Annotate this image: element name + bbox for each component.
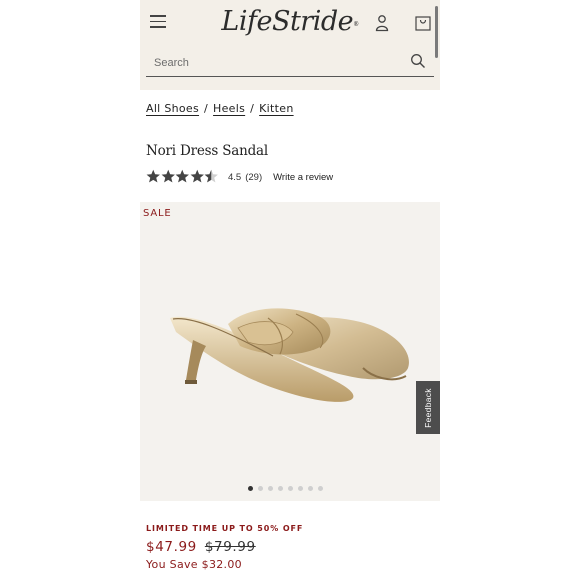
star-full-icon bbox=[161, 169, 175, 183]
sale-badge: SALE bbox=[143, 208, 172, 219]
logo-text: LifeStride bbox=[221, 6, 354, 37]
product-gallery[interactable]: SALE Feedback bbox=[140, 202, 440, 501]
search-icon[interactable] bbox=[410, 53, 426, 69]
breadcrumb-separator: / bbox=[204, 102, 209, 115]
star-rating[interactable] bbox=[146, 169, 220, 185]
carousel-dots bbox=[248, 486, 323, 491]
write-review-link[interactable]: Write a review bbox=[273, 172, 333, 183]
price-row: $47.99 $79.99 bbox=[146, 539, 256, 555]
carousel-dot[interactable] bbox=[278, 486, 283, 491]
original-price: $79.99 bbox=[204, 539, 256, 555]
review-count[interactable]: (29) bbox=[245, 172, 262, 183]
star-half-icon bbox=[204, 169, 218, 183]
feedback-label: Feedback bbox=[423, 387, 434, 428]
star-full-icon bbox=[175, 169, 189, 183]
breadcrumb-link-heels[interactable]: Heels bbox=[213, 102, 245, 115]
breadcrumb-link-kitten[interactable]: Kitten bbox=[259, 102, 293, 115]
carousel-dot[interactable] bbox=[248, 486, 253, 491]
rating-row: 4.5 (29) Write a review bbox=[146, 168, 333, 186]
carousel-dot[interactable] bbox=[308, 486, 313, 491]
savings-text: You Save $32.00 bbox=[146, 558, 242, 571]
promo-text: LIMITED TIME UP TO 50% OFF bbox=[146, 524, 304, 533]
logo-registered-mark: ® bbox=[353, 21, 359, 28]
breadcrumb-link-all-shoes[interactable]: All Shoes bbox=[146, 102, 199, 115]
brand-logo[interactable]: LifeStride® bbox=[140, 6, 440, 37]
feedback-tab[interactable]: Feedback bbox=[416, 381, 440, 434]
page: LifeStride® All Shoes / Heels / Kitten Nori … bbox=[140, 0, 440, 580]
product-image[interactable] bbox=[168, 298, 418, 408]
breadcrumb-separator: / bbox=[250, 102, 255, 115]
carousel-dot[interactable] bbox=[298, 486, 303, 491]
sale-price: $47.99 bbox=[146, 539, 197, 555]
shopping-bag-icon[interactable] bbox=[415, 15, 431, 31]
carousel-dot[interactable] bbox=[288, 486, 293, 491]
breadcrumb: All Shoes / Heels / Kitten bbox=[146, 102, 294, 115]
search-bar bbox=[146, 48, 434, 77]
carousel-dot[interactable] bbox=[268, 486, 273, 491]
star-full-icon bbox=[190, 169, 204, 183]
carousel-dot[interactable] bbox=[258, 486, 263, 491]
rating-value: 4.5 bbox=[228, 171, 242, 183]
scrollbar[interactable] bbox=[435, 6, 438, 58]
site-header: LifeStride® bbox=[140, 0, 440, 90]
product-title: Nori Dress Sandal bbox=[146, 143, 269, 159]
search-input[interactable] bbox=[152, 52, 396, 74]
user-icon[interactable] bbox=[375, 14, 389, 32]
star-full-icon bbox=[146, 169, 160, 183]
carousel-dot[interactable] bbox=[318, 486, 323, 491]
